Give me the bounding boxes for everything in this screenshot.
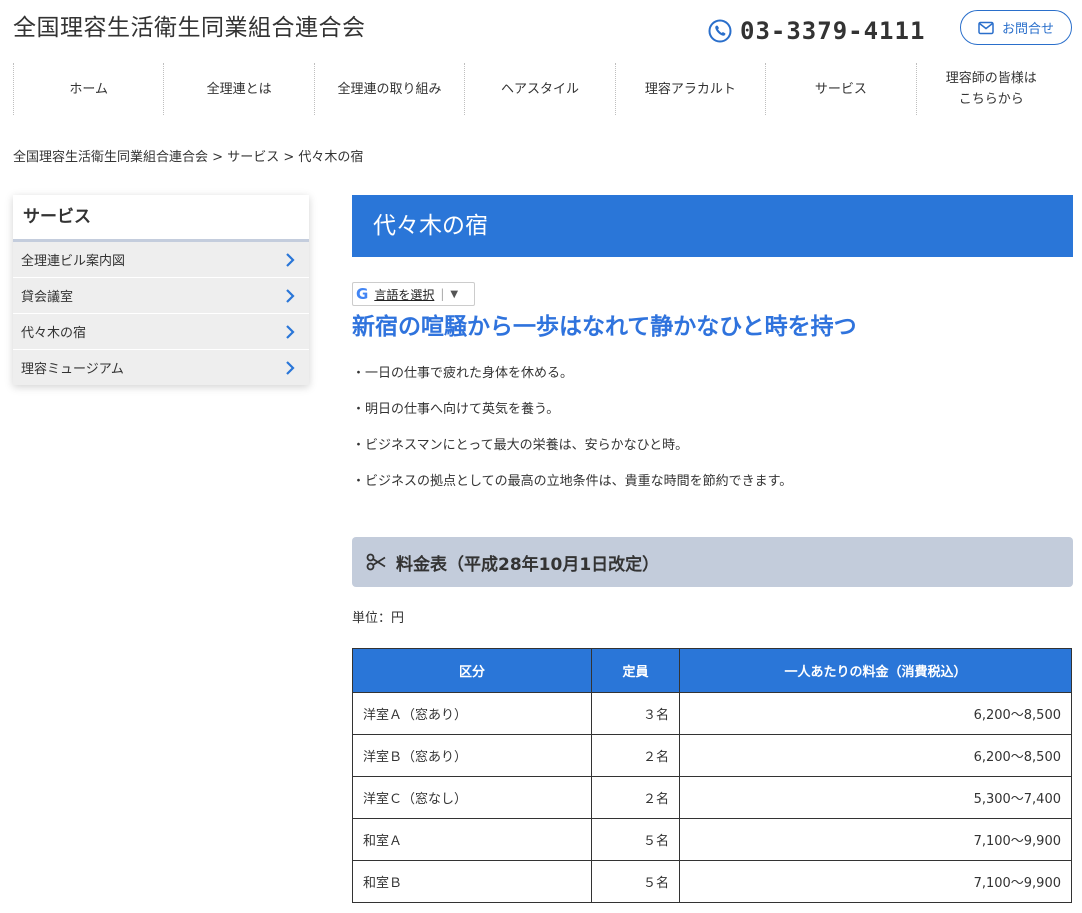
price-cell: 6,200～8,500 bbox=[679, 692, 1072, 735]
column-header: 一人あたりの料金（消費税込） bbox=[679, 648, 1072, 693]
column-header: 定員 bbox=[591, 648, 680, 693]
room-type-cell: 洋室Ｃ（窓なし） bbox=[352, 776, 592, 819]
mail-icon bbox=[978, 21, 994, 34]
table-row: 洋室Ａ（窓あり） ３名 6,200～8,500 bbox=[352, 692, 1072, 735]
sidebar-item-label: 理容ミュージアム bbox=[21, 362, 124, 377]
main-content: 代々木の宿 G 言語を選択 | ▼ 新宿の喧騒から一歩はなれて静かなひと時を持つ… bbox=[352, 195, 1073, 903]
google-logo-icon: G bbox=[356, 285, 369, 303]
unit-note: 単位：円 bbox=[352, 611, 405, 626]
room-type-cell: 洋室Ａ（窓あり） bbox=[352, 692, 592, 735]
price-cell: 7,100～9,900 bbox=[679, 818, 1072, 861]
table-row: 洋室Ｂ（窓あり） ２名 6,200～8,500 bbox=[352, 734, 1072, 777]
nav-item-about[interactable]: 全理連とは bbox=[163, 63, 313, 115]
section-title: 料金表（平成28年10月1日改定） bbox=[396, 554, 660, 575]
table-row: 洋室Ｃ（窓なし） ２名 5,300～7,400 bbox=[352, 776, 1072, 819]
sidebar-item-museum[interactable]: 理容ミュージアム bbox=[13, 350, 309, 385]
sidebar-item-label: 貸会議室 bbox=[21, 290, 74, 305]
nav-item-for-barbers[interactable]: 理容師の皆様は こちらから bbox=[915, 63, 1066, 115]
list-item: ・ビジネスマンにとって最大の栄養は、安らかなひと時。 bbox=[352, 438, 689, 453]
breadcrumb: 全国理容生活衛生同業組合連合会 > サービス > 代々木の宿 bbox=[13, 146, 363, 165]
list-item: ・一日の仕事で疲れた身体を休める。 bbox=[352, 366, 574, 381]
nav-item-hairstyle[interactable]: ヘアスタイル bbox=[464, 63, 614, 115]
table-header-row: 区分 定員 一人あたりの料金（消費税込） bbox=[352, 648, 1072, 693]
language-select-label: 言語を選択 bbox=[374, 287, 435, 302]
scissors-icon bbox=[366, 553, 386, 571]
contact-button-label: お問合せ bbox=[1001, 22, 1054, 37]
site-title[interactable]: 全国理容生活衛生同業組合連合会 bbox=[13, 12, 366, 44]
nav-item-home[interactable]: ホーム bbox=[13, 63, 163, 115]
feature-list: ・一日の仕事で疲れた身体を休める。 ・明日の仕事へ向けて英気を養う。 ・ビジネス… bbox=[352, 363, 792, 507]
price-cell: 7,100～9,900 bbox=[679, 860, 1072, 903]
contact-button[interactable]: お問合せ bbox=[960, 10, 1072, 45]
phone-number[interactable]: 03-3379-4111 bbox=[740, 17, 925, 45]
phone-icon bbox=[708, 19, 732, 43]
room-type-cell: 洋室Ｂ（窓あり） bbox=[352, 734, 592, 777]
language-select[interactable]: G 言語を選択 | ▼ bbox=[352, 282, 475, 306]
breadcrumb-current: 代々木の宿 bbox=[298, 150, 364, 165]
capacity-cell: ２名 bbox=[591, 776, 680, 819]
price-cell: 5,300～7,400 bbox=[679, 776, 1072, 819]
sidebar-item-meeting-room[interactable]: 貸会議室 bbox=[13, 278, 309, 313]
room-type-cell: 和室Ａ bbox=[352, 818, 592, 861]
section-heading: 料金表（平成28年10月1日改定） bbox=[352, 537, 1073, 587]
chevron-right-icon bbox=[286, 360, 295, 375]
breadcrumb-home[interactable]: 全国理容生活衛生同業組合連合会 bbox=[13, 150, 208, 165]
sidebar-item-label: 全理連ビル案内図 bbox=[21, 254, 126, 269]
sidebar: サービス 全理連ビル案内図 貸会議室 代々木の宿 理容ミュージアム bbox=[13, 195, 309, 385]
sidebar-item-building-guide[interactable]: 全理連ビル案内図 bbox=[13, 242, 309, 277]
chevron-right-icon bbox=[286, 324, 295, 339]
table-row: 和室Ａ ５名 7,100～9,900 bbox=[352, 818, 1072, 861]
capacity-cell: ５名 bbox=[591, 818, 680, 861]
chevron-right-icon bbox=[286, 252, 295, 267]
headline: 新宿の喧騒から一歩はなれて静かなひと時を持つ bbox=[352, 314, 857, 340]
room-type-cell: 和室Ｂ bbox=[352, 860, 592, 903]
price-table: 区分 定員 一人あたりの料金（消費税込） 洋室Ａ（窓あり） ３名 6,200～8… bbox=[352, 648, 1072, 903]
nav-item-service[interactable]: サービス bbox=[765, 63, 915, 115]
sidebar-title: サービス bbox=[13, 195, 309, 242]
price-cell: 6,200～8,500 bbox=[679, 734, 1072, 777]
column-header: 区分 bbox=[352, 648, 592, 693]
breadcrumb-separator: > bbox=[208, 150, 228, 165]
dropdown-arrow-icon: ▼ bbox=[450, 288, 459, 300]
phone-contact[interactable]: 03-3379-4111 bbox=[708, 14, 925, 48]
sidebar-item-label: 代々木の宿 bbox=[21, 326, 87, 341]
breadcrumb-service[interactable]: サービス bbox=[227, 150, 279, 165]
breadcrumb-separator: > bbox=[279, 150, 299, 165]
list-item: ・ビジネスの拠点としての最高の立地条件は、貴重な時間を節約できます。 bbox=[352, 474, 793, 489]
list-item: ・明日の仕事へ向けて英気を養う。 bbox=[352, 402, 560, 417]
table-row: 和室Ｂ ５名 7,100～9,900 bbox=[352, 860, 1072, 903]
nav-item-alacarte[interactable]: 理容アラカルト bbox=[614, 63, 765, 115]
divider: | bbox=[440, 287, 445, 301]
nav-item-initiatives[interactable]: 全理連の取り組み bbox=[313, 63, 464, 115]
sidebar-item-yoyogi-inn[interactable]: 代々木の宿 bbox=[13, 314, 309, 349]
main-nav: ホーム 全理連とは 全理連の取り組み ヘアスタイル 理容アラカルト サービス 理… bbox=[13, 63, 1066, 115]
capacity-cell: ２名 bbox=[591, 734, 680, 777]
chevron-right-icon bbox=[286, 288, 295, 303]
page-title: 代々木の宿 bbox=[352, 195, 1073, 257]
capacity-cell: ３名 bbox=[591, 692, 680, 735]
capacity-cell: ５名 bbox=[591, 860, 680, 903]
